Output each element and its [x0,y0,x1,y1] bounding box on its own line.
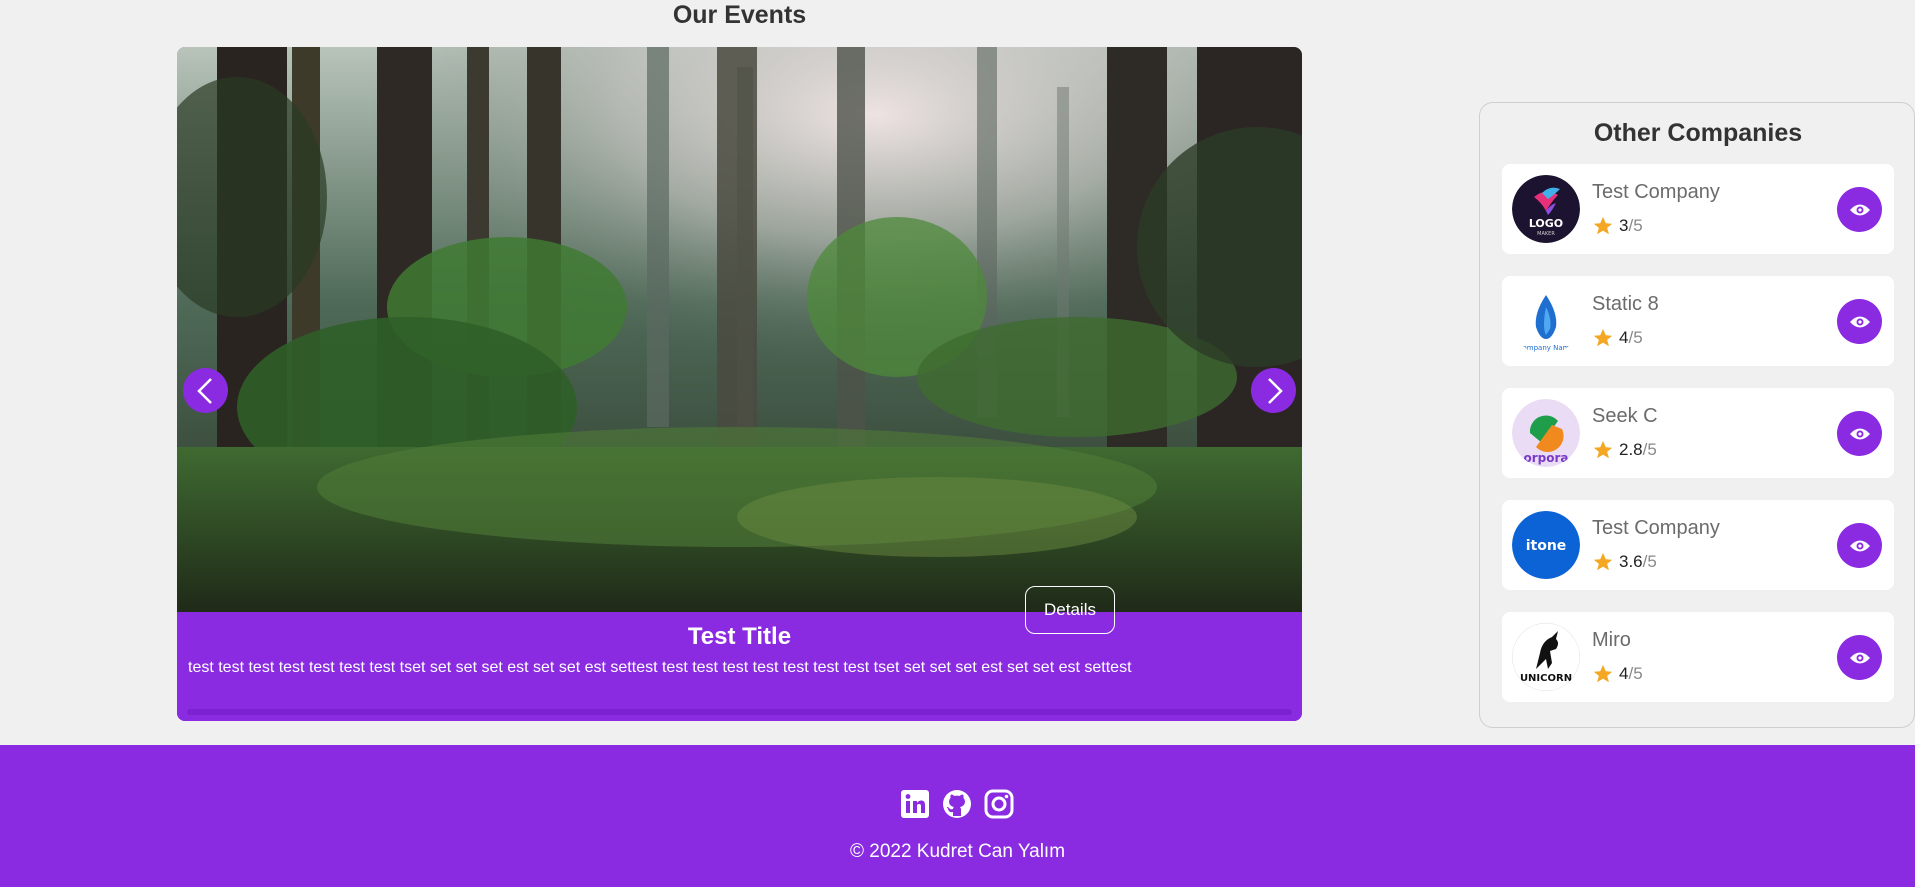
eye-icon [1849,204,1870,215]
company-card: LOGO MAKER Test Company 3/5 [1502,164,1894,254]
company-name: Test Company [1592,517,1720,539]
rating-value: 2.8 [1619,440,1643,459]
rating-max: /5 [1628,216,1643,235]
slide-image [177,47,1302,612]
slide-title: Test Title [687,623,792,650]
company-rating: 4/5 [1592,326,1643,350]
eye-icon [1849,428,1870,439]
svg-text:orpora: orpora [1523,451,1568,465]
company-card: orpora Seek C 2.8/5 [1502,388,1894,478]
linkedin-icon [901,790,929,818]
rating-value: 4 [1619,664,1629,683]
companies-title: Other Companies [1593,119,1803,147]
company-logo: itone [1512,511,1580,579]
view-company-button[interactable] [1837,635,1882,680]
star-icon [1593,440,1613,459]
instagram-link[interactable] [984,789,1014,819]
eye-icon [1849,540,1870,551]
footer: © 2022 Kudret Can Yalım [0,745,1915,887]
view-company-button[interactable] [1837,411,1882,456]
view-company-button[interactable] [1837,523,1882,568]
company-rating: 3.6/5 [1592,550,1657,574]
company-card: ompany Nam Static 8 4/5 [1502,276,1894,366]
eye-icon [1849,316,1870,327]
company-card: UNICORN Miro 4/5 [1502,612,1894,702]
company-logo: LOGO MAKER [1512,175,1580,243]
green-orange-logo-icon: orpora [1512,399,1580,467]
slide-caption: Test Title test test test test test test… [177,612,1302,721]
chevron-left-icon [196,377,212,404]
company-logo: UNICORN [1512,623,1580,691]
forest-image [177,47,1302,612]
company-name: Seek C [1592,405,1658,427]
company-rating: 2.8/5 [1592,438,1657,462]
social-links [900,789,1014,819]
events-title: Our Events [672,1,807,29]
view-company-button[interactable] [1837,187,1882,232]
carousel-next-button[interactable] [1251,368,1296,413]
linkedin-link[interactable] [900,789,930,819]
svg-text:MAKER: MAKER [1537,231,1555,237]
slide-description: test test test test test test test tset … [188,659,1132,676]
itone-logo-icon: itone [1512,511,1580,579]
svg-text:ompany Nam: ompany Nam [1523,344,1570,352]
instagram-icon [984,789,1014,819]
rating-max: /5 [1628,664,1643,683]
rating-max: /5 [1628,328,1643,347]
rating-value: 3 [1619,216,1629,235]
company-logo: ompany Nam [1512,287,1580,355]
company-name: Miro [1592,629,1631,651]
rating-value: 4 [1619,328,1629,347]
star-icon [1593,552,1613,571]
events-carousel: Test Title test test test test test test… [177,47,1302,721]
caption-progress-bar [187,709,1292,715]
rating-max: /5 [1642,552,1657,571]
company-card: itone Test Company 3.6/5 [1502,500,1894,590]
company-logo: orpora [1512,399,1580,467]
logo-maker-icon: LOGO MAKER [1512,175,1580,243]
view-company-button[interactable] [1837,299,1882,344]
details-button[interactable]: Details [1025,586,1115,634]
chevron-right-icon [1267,377,1283,404]
svg-text:UNICORN: UNICORN [1520,673,1572,684]
star-icon [1593,664,1613,683]
company-rating: 3/5 [1592,214,1643,238]
eye-icon [1849,652,1870,663]
copyright-text: © 2022 Kudret Can Yalım [849,841,1066,862]
other-companies-panel: Other Companies LOGO MAKER Test Company … [1479,102,1915,728]
carousel-prev-button[interactable] [183,368,228,413]
blue-drop-icon: ompany Nam [1512,287,1580,355]
star-icon [1593,216,1613,235]
company-name: Static 8 [1592,293,1659,315]
svg-text:LOGO: LOGO [1529,217,1563,230]
rating-max: /5 [1642,440,1657,459]
github-link[interactable] [942,789,972,819]
svg-text:itone: itone [1526,538,1567,554]
company-name: Test Company [1592,181,1720,203]
company-rating: 4/5 [1592,662,1643,686]
rating-value: 3.6 [1619,552,1643,571]
star-icon [1593,328,1613,347]
unicorn-logo-icon: UNICORN [1512,623,1580,691]
github-icon [943,790,971,818]
